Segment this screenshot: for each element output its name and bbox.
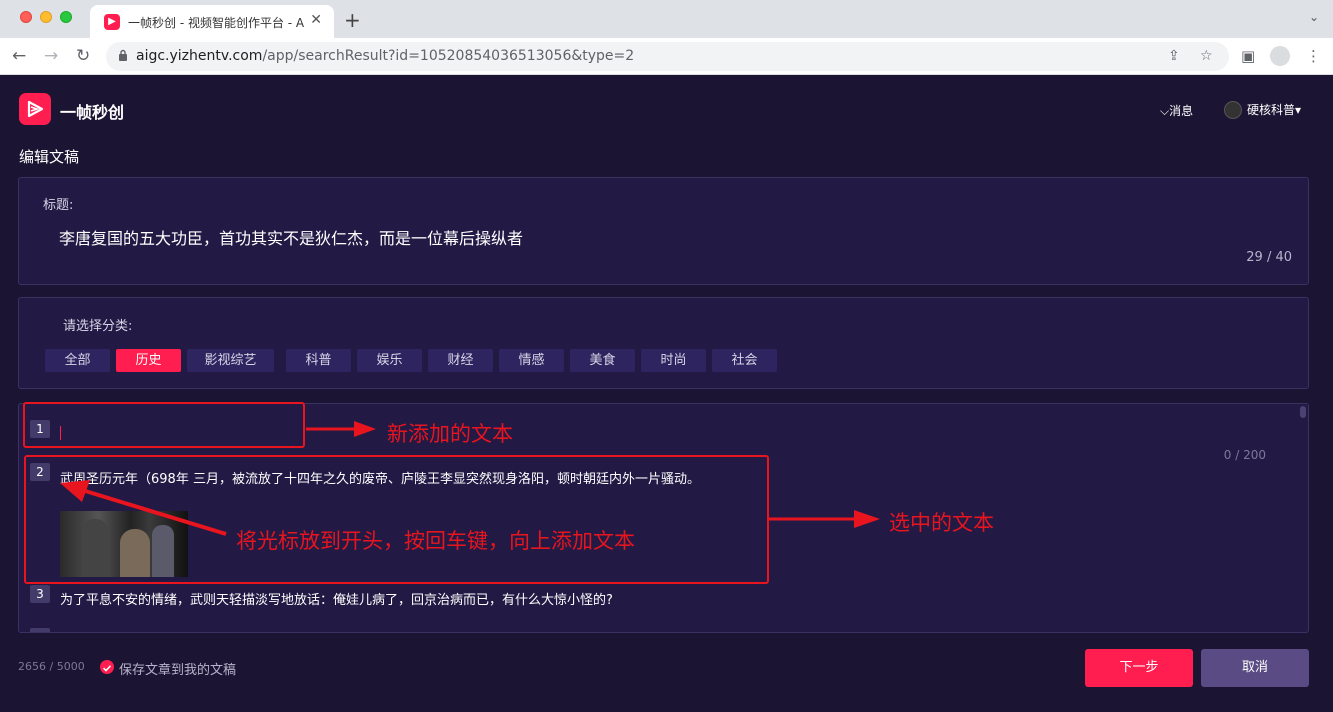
save-label[interactable]: 保存文章到我的文稿 (119, 659, 236, 678)
category-tag[interactable]: 时尚 (641, 349, 706, 372)
title-input[interactable]: 李唐复国的五大功臣，首功其实不是狄仁杰，而是一位幕后操纵者 (59, 225, 523, 249)
annotation-arrow-icon (306, 421, 376, 437)
side-panel-icon[interactable]: ▣ (1241, 47, 1255, 65)
browser-tab-bar: ▶ 一帧秒创 - 视频智能创作平台 - A ✕ + ⌄ (0, 0, 1333, 38)
browser-tab[interactable]: ▶ 一帧秒创 - 视频智能创作平台 - A ✕ (90, 5, 334, 38)
category-tag[interactable]: 全部 (45, 349, 110, 372)
url-text: aigc.yizhentv.com/app/searchResult?id=10… (136, 48, 635, 64)
back-icon[interactable]: ← (12, 46, 26, 66)
forward-icon[interactable]: → (44, 46, 58, 66)
category-tag[interactable]: 科普 (286, 349, 351, 372)
title-label: 标题: (43, 198, 74, 213)
annotation-instruction: 将光标放到开头，按回车键，向上添加文本 (236, 529, 635, 553)
annotation-label-selected: 选中的文本 (889, 511, 994, 535)
user-menu[interactable]: 硬核科普▾ (1247, 101, 1301, 118)
scrollbar[interactable] (1300, 406, 1306, 418)
browser-menu-icon[interactable]: ⋮ (1306, 47, 1321, 65)
tab-close-icon[interactable]: ✕ (310, 12, 322, 28)
annotation-arrow-icon (768, 510, 880, 528)
window-close-button[interactable] (20, 11, 32, 23)
cancel-button[interactable]: 取消 (1201, 649, 1309, 687)
category-tag[interactable]: 娱乐 (357, 349, 422, 372)
category-panel: 请选择分类: 全部 历史 影视综艺 科普 娱乐 财经 情感 美食 时尚 社会 (18, 297, 1309, 389)
annotation-label-new: 新添加的文本 (387, 422, 513, 446)
category-tag[interactable]: 美食 (570, 349, 635, 372)
lock-icon (119, 49, 127, 61)
tab-title: 一帧秒创 - 视频智能创作平台 - A (128, 16, 305, 30)
category-tag[interactable]: 情感 (499, 349, 564, 372)
window-maximize-button[interactable] (60, 11, 72, 23)
paragraph-number (30, 628, 50, 632)
bookmark-star-icon[interactable]: ☆ (1200, 48, 1213, 64)
category-tag[interactable]: 影视综艺 (187, 349, 274, 372)
category-tag[interactable]: 财经 (428, 349, 493, 372)
paragraph-char-count: 0 / 200 (1223, 448, 1266, 462)
tab-menu-chevron-icon[interactable]: ⌄ (1309, 10, 1319, 24)
category-label: 请选择分类: (63, 319, 133, 334)
new-tab-icon[interactable]: + (344, 8, 361, 32)
share-icon[interactable]: ⇪ (1168, 48, 1180, 64)
reload-icon[interactable]: ↻ (76, 46, 90, 66)
title-char-count: 29 / 40 (1246, 250, 1292, 265)
paragraph-text[interactable]: 为了平息不安的情绪，武则天轻描淡写地放话：俺娃儿病了，回京治病而已，有什么大惊小… (60, 589, 613, 608)
url-input[interactable]: aigc.yizhentv.com/app/searchResult?id=10… (106, 42, 1229, 71)
annotation-arrow-icon (60, 480, 227, 536)
browser-address-bar: ← → ↻ aigc.yizhentv.com/app/searchResult… (0, 38, 1333, 75)
profile-avatar-icon[interactable] (1270, 46, 1290, 66)
page-title: 编辑文稿 (19, 148, 80, 166)
category-tag[interactable]: 社会 (712, 349, 777, 372)
word-count: 2656 / 5000 (18, 660, 85, 673)
category-tag-selected[interactable]: 历史 (116, 349, 181, 372)
check-icon (102, 665, 112, 672)
next-button[interactable]: 下一步 (1085, 649, 1193, 687)
annotation-box-new (23, 402, 305, 448)
avatar[interactable] (1224, 101, 1242, 119)
paragraph-number: 3 (30, 585, 50, 603)
save-checkbox[interactable] (100, 660, 114, 674)
app-logo-icon[interactable] (19, 93, 51, 125)
messages-link[interactable]: ⌵消息 (1160, 102, 1193, 119)
app-favicon-icon: ▶ (104, 14, 120, 30)
title-panel: 标题: 李唐复国的五大功臣，首功其实不是狄仁杰，而是一位幕后操纵者 29 / 4… (18, 177, 1309, 285)
window-minimize-button[interactable] (40, 11, 52, 23)
app-name: 一帧秒创 (60, 103, 125, 122)
